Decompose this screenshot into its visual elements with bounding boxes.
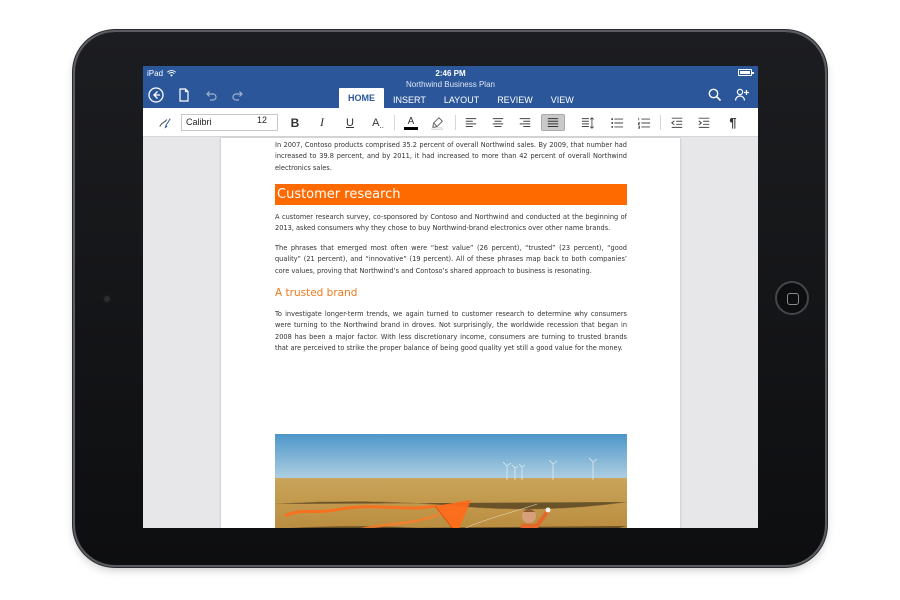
app-screen: iPad 2:46 PM Northwind Business Plan HOM… bbox=[143, 66, 758, 528]
decrease-indent-button[interactable] bbox=[667, 114, 687, 131]
back-button[interactable] bbox=[147, 86, 165, 104]
undo-button[interactable] bbox=[202, 86, 220, 104]
italic-button[interactable]: I bbox=[313, 114, 331, 131]
tab-review[interactable]: REVIEW bbox=[488, 92, 542, 108]
status-time: 2:46 PM bbox=[435, 69, 466, 78]
font-color-button[interactable]: A bbox=[401, 114, 421, 131]
search-button[interactable] bbox=[706, 86, 724, 104]
increase-indent-button[interactable] bbox=[694, 114, 714, 131]
align-left-button[interactable] bbox=[461, 114, 481, 131]
show-formatting-button[interactable]: ¶ bbox=[725, 114, 741, 131]
ribbon-divider bbox=[394, 115, 395, 130]
styles-button[interactable] bbox=[155, 114, 175, 131]
font-name-value: Calibri bbox=[186, 117, 212, 127]
search-icon bbox=[708, 88, 722, 102]
align-right-icon bbox=[519, 117, 531, 127]
underline-button[interactable]: U bbox=[341, 114, 359, 131]
tab-home[interactable]: HOME bbox=[339, 88, 384, 108]
numbered-list-icon bbox=[637, 117, 651, 129]
increase-indent-icon bbox=[698, 117, 710, 128]
tab-view[interactable]: VIEW bbox=[542, 92, 583, 108]
back-arrow-icon bbox=[148, 87, 164, 103]
ribbon-divider bbox=[660, 115, 661, 130]
document-icon bbox=[179, 88, 189, 102]
ribbon-divider bbox=[455, 115, 456, 130]
redo-icon bbox=[232, 91, 243, 101]
justify-icon bbox=[547, 117, 559, 127]
home-ribbon: Calibri 12 B I U A.. A ¶ bbox=[143, 108, 758, 137]
bullet-list-icon bbox=[611, 117, 624, 128]
bullets-button[interactable] bbox=[607, 114, 627, 131]
line-spacing-button[interactable] bbox=[577, 114, 599, 131]
ribbon-tabs: HOME INSERT LAYOUT REVIEW VIEW bbox=[339, 88, 583, 108]
tab-layout[interactable]: LAYOUT bbox=[435, 92, 488, 108]
line-spacing-icon bbox=[581, 116, 594, 129]
decrease-indent-icon bbox=[670, 117, 683, 128]
heading-trusted-brand: A trusted brand bbox=[275, 287, 358, 299]
align-right-button[interactable] bbox=[515, 114, 535, 131]
more-dots-icon: .. bbox=[379, 121, 384, 130]
font-color-swatch bbox=[404, 126, 418, 130]
heading-customer-research: Customer research bbox=[275, 184, 627, 205]
highlight-button[interactable] bbox=[428, 114, 448, 131]
bold-button[interactable]: B bbox=[286, 114, 304, 131]
highlighter-icon bbox=[431, 116, 444, 130]
font-size-field[interactable]: 12 bbox=[257, 115, 267, 125]
document-page[interactable]: In 2007, Contoso products comprised 35.2… bbox=[221, 138, 680, 528]
tab-insert[interactable]: INSERT bbox=[384, 92, 435, 108]
text-effects-label: A bbox=[372, 116, 380, 129]
text-effects-button[interactable]: A.. bbox=[367, 114, 389, 131]
align-center-icon bbox=[492, 117, 504, 127]
file-button[interactable] bbox=[175, 86, 193, 104]
align-center-button[interactable] bbox=[488, 114, 508, 131]
paragraph-phrases: The phrases that emerged most often were… bbox=[275, 244, 627, 275]
font-color-label: A bbox=[407, 115, 415, 127]
styles-pen-icon bbox=[159, 117, 171, 128]
redo-button[interactable] bbox=[229, 86, 247, 104]
add-person-icon bbox=[734, 88, 749, 101]
undo-icon bbox=[206, 91, 217, 101]
document-photo-kite-field[interactable] bbox=[275, 434, 627, 528]
title-bar: iPad 2:46 PM Northwind Business Plan HOM… bbox=[143, 66, 758, 108]
home-button[interactable] bbox=[775, 281, 809, 315]
numbering-button[interactable] bbox=[634, 114, 654, 131]
align-left-icon bbox=[465, 117, 477, 127]
front-camera bbox=[103, 295, 111, 303]
share-button[interactable] bbox=[733, 86, 751, 104]
kite-photo-image bbox=[275, 434, 627, 528]
paragraph-survey: A customer research survey, co-sponsored… bbox=[275, 213, 627, 233]
intro-paragraph: In 2007, Contoso products comprised 35.2… bbox=[275, 141, 627, 172]
battery-icon bbox=[738, 69, 754, 76]
paragraph-trends: To investigate longer-term trends, we ag… bbox=[275, 310, 627, 353]
justify-button[interactable] bbox=[541, 114, 565, 131]
status-bar: iPad 2:46 PM bbox=[143, 66, 758, 80]
